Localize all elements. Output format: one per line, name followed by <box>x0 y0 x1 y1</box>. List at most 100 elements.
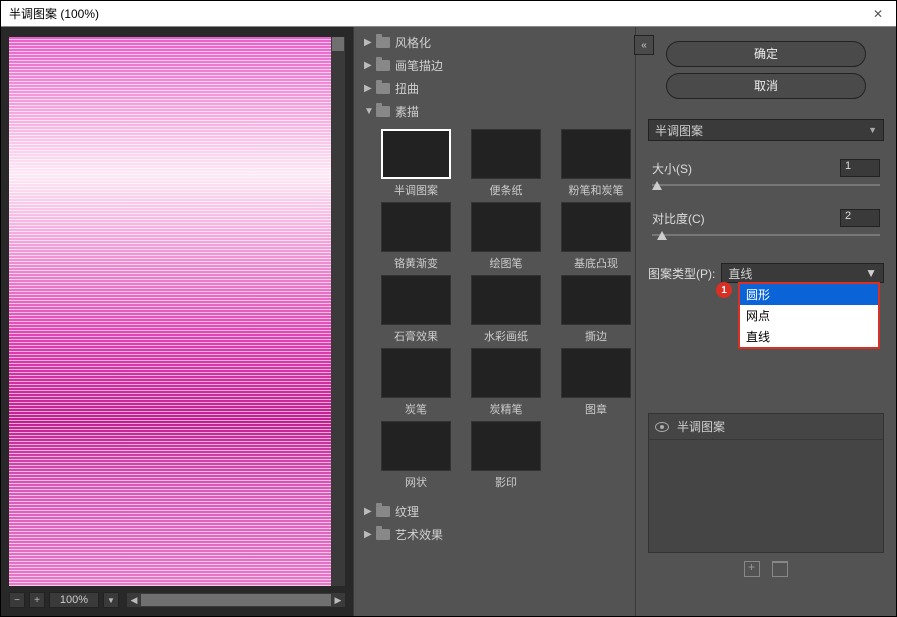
ok-button[interactable]: 确定 <box>666 41 866 67</box>
filter-select[interactable]: 半调图案 ▼ <box>648 119 884 141</box>
category-stylize[interactable]: ▶风格化 <box>360 31 629 54</box>
param-pattern-type: 图案类型(P): 直线 ▼ 1 圆形 网点 直线 <box>648 263 884 283</box>
zoom-field[interactable]: 100% <box>49 592 99 608</box>
thumbnail-label: 半调图案 <box>376 182 456 198</box>
thumbnail-grid: 半调图案便条纸粉笔和炭笔铬黄渐变绘图笔基底凸现石膏效果水彩画纸撕边炭笔炭精笔图章… <box>360 123 629 500</box>
settings-panel: « 确定 取消 半调图案 ▼ 大小(S) 1 对比度(C) 2 <box>636 27 896 616</box>
filter-thumbnail[interactable]: 粉笔和炭笔 <box>556 129 636 198</box>
scroll-left-icon[interactable]: ◀ <box>127 593 141 607</box>
category-distort[interactable]: ▶扭曲 <box>360 77 629 100</box>
collapse-icon[interactable]: « <box>634 35 654 55</box>
folder-icon <box>376 529 390 540</box>
chevron-down-icon: ▼ <box>865 266 877 280</box>
contrast-input[interactable]: 2 <box>840 209 880 227</box>
folder-icon <box>376 60 390 71</box>
folder-icon <box>376 506 390 517</box>
thumbnail-image <box>381 348 451 398</box>
category-sketch[interactable]: ▼素描 <box>360 100 629 123</box>
pattern-option-line[interactable]: 直线 <box>740 326 878 347</box>
pattern-option-dot[interactable]: 网点 <box>740 305 878 326</box>
layer-actions <box>648 561 884 577</box>
thumbnail-label: 影印 <box>466 474 546 490</box>
folder-icon <box>376 37 390 48</box>
window-title: 半调图案 (100%) <box>9 1 99 27</box>
close-icon[interactable]: ✕ <box>868 1 888 27</box>
category-texture[interactable]: ▶纹理 <box>360 500 629 523</box>
thumbnail-image <box>471 202 541 252</box>
thumbnail-image <box>471 421 541 471</box>
pattern-option-circle[interactable]: 圆形 <box>740 284 878 305</box>
thumbnail-label: 炭精笔 <box>466 401 546 417</box>
preview-footer: − + 100% ▼ ◀ ▶ <box>9 586 345 610</box>
filter-thumbnail[interactable]: 炭精笔 <box>466 348 546 417</box>
thumbnail-label: 便条纸 <box>466 182 546 198</box>
filter-thumbnail[interactable]: 水彩画纸 <box>466 275 546 344</box>
effect-layer-row[interactable]: 半调图案 <box>649 414 883 440</box>
size-input[interactable]: 1 <box>840 159 880 177</box>
thumbnail-image <box>381 275 451 325</box>
thumbnail-image <box>471 275 541 325</box>
pattern-select-value: 直线 <box>728 265 752 282</box>
filter-thumbnail[interactable]: 基底凸现 <box>556 202 636 271</box>
thumbnail-label: 图章 <box>556 401 636 417</box>
thumbnail-image <box>561 275 631 325</box>
thumbnail-image <box>381 421 451 471</box>
zoom-out-button[interactable]: − <box>9 592 25 608</box>
filter-thumbnail[interactable]: 便条纸 <box>466 129 546 198</box>
pattern-dropdown-list: 圆形 网点 直线 <box>738 282 880 349</box>
new-effect-layer-icon[interactable] <box>744 561 760 577</box>
thumbnail-image <box>381 129 451 179</box>
horizontal-scrollbar[interactable]: ◀ ▶ <box>127 593 345 607</box>
chevron-down-icon: ▼ <box>868 125 877 135</box>
contrast-slider[interactable] <box>652 231 880 241</box>
param-size: 大小(S) 1 <box>648 159 884 191</box>
effect-layers-panel: 半调图案 <box>648 413 884 553</box>
pattern-select[interactable]: 直线 ▼ <box>721 263 884 283</box>
scrollbar-thumb[interactable] <box>332 37 344 51</box>
layer-name: 半调图案 <box>677 418 725 435</box>
folder-icon <box>376 83 390 94</box>
titlebar: 半调图案 (100%) ✕ <box>1 1 896 27</box>
folder-icon <box>376 106 390 117</box>
thumbnail-image <box>561 129 631 179</box>
delete-effect-layer-icon[interactable] <box>772 561 788 577</box>
zoom-in-button[interactable]: + <box>29 592 45 608</box>
size-slider[interactable] <box>652 181 880 191</box>
annotation-badge: 1 <box>716 282 732 298</box>
thumbnail-label: 网状 <box>376 474 456 490</box>
thumbnail-label: 铬黄渐变 <box>376 255 456 271</box>
filter-thumbnail[interactable]: 石膏效果 <box>376 275 456 344</box>
filter-thumbnail[interactable]: 绘图笔 <box>466 202 546 271</box>
filter-thumbnail[interactable]: 图章 <box>556 348 636 417</box>
vertical-scrollbar[interactable] <box>331 37 345 586</box>
thumbnail-label: 撕边 <box>556 328 636 344</box>
thumbnail-image <box>381 202 451 252</box>
thumbnail-image <box>471 348 541 398</box>
content: − + 100% ▼ ◀ ▶ ▶风格化 ▶画笔描边 ▶扭曲 ▼素描 半调图案便条… <box>1 27 896 616</box>
scroll-right-icon[interactable]: ▶ <box>331 593 345 607</box>
visibility-icon[interactable] <box>655 422 669 432</box>
filter-thumbnail[interactable]: 炭笔 <box>376 348 456 417</box>
filter-thumbnail[interactable]: 半调图案 <box>376 129 456 198</box>
thumbnail-label: 石膏效果 <box>376 328 456 344</box>
cancel-button[interactable]: 取消 <box>666 73 866 99</box>
preview-image[interactable] <box>9 37 345 586</box>
thumbnail-label: 粉笔和炭笔 <box>556 182 636 198</box>
param-contrast: 对比度(C) 2 <box>648 209 884 241</box>
contrast-label: 对比度(C) <box>652 210 705 227</box>
thumbnail-image <box>561 348 631 398</box>
scrollbar-thumb[interactable] <box>141 594 331 606</box>
thumbnail-image <box>561 202 631 252</box>
filter-thumbnail[interactable]: 撕边 <box>556 275 636 344</box>
filter-select-value: 半调图案 <box>655 122 703 139</box>
category-brushstrokes[interactable]: ▶画笔描边 <box>360 54 629 77</box>
thumbnail-label: 炭笔 <box>376 401 456 417</box>
filter-thumbnail[interactable]: 铬黄渐变 <box>376 202 456 271</box>
thumbnail-label: 水彩画纸 <box>466 328 546 344</box>
filter-gallery: ▶风格化 ▶画笔描边 ▶扭曲 ▼素描 半调图案便条纸粉笔和炭笔铬黄渐变绘图笔基底… <box>353 27 636 616</box>
size-label: 大小(S) <box>652 160 692 177</box>
category-artistic[interactable]: ▶艺术效果 <box>360 523 629 546</box>
zoom-dropdown-icon[interactable]: ▼ <box>103 592 119 608</box>
filter-thumbnail[interactable]: 影印 <box>466 421 546 490</box>
filter-thumbnail[interactable]: 网状 <box>376 421 456 490</box>
